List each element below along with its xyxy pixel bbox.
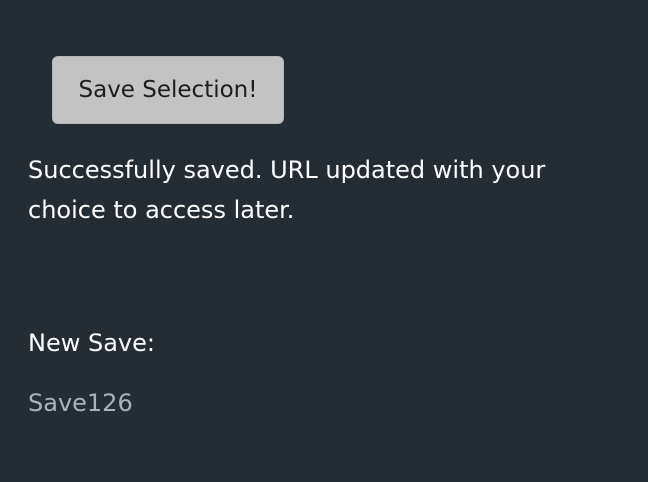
save-selection-button[interactable]: Save Selection! <box>52 56 284 124</box>
new-save-label: New Save: <box>28 329 155 357</box>
success-message: Successfully saved. URL updated with you… <box>28 156 546 224</box>
new-save-value: Save126 <box>28 389 133 417</box>
